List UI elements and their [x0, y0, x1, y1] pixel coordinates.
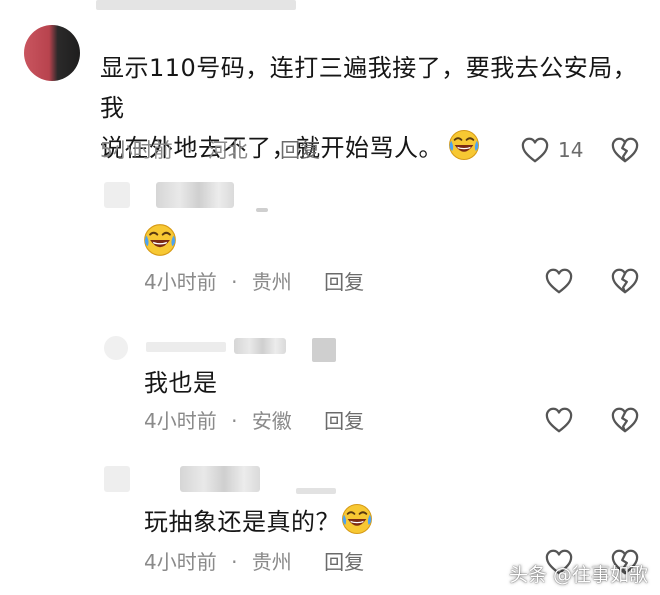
blurred-username: [234, 338, 286, 354]
timestamp: 4小时前: [144, 270, 217, 294]
reply-button[interactable]: 回复: [324, 548, 364, 576]
like-count: 14: [558, 138, 584, 162]
heart-icon[interactable]: [544, 267, 574, 295]
location: 贵州: [251, 550, 292, 574]
location: 安徽: [251, 409, 292, 433]
location: 贵州: [251, 270, 292, 294]
blurred-username: [156, 182, 234, 208]
reply-item: 我也是 4小时前 · 安徽 回复: [0, 330, 660, 455]
heart-icon[interactable]: [544, 406, 574, 434]
blurred-username: [180, 466, 260, 492]
location: 河北: [207, 138, 248, 162]
avatar[interactable]: [104, 466, 130, 492]
comment-item: 显示110号码，连打三遍我接了，要我去公安局，我 说在外地去不了，就开始骂人。 …: [0, 0, 660, 180]
broken-heart-icon[interactable]: [610, 136, 640, 164]
laughing-tears-icon: [142, 222, 178, 258]
comment-text-line: 显示110号码，连打三遍我接了，要我去公安局，我: [100, 54, 638, 122]
reply-button[interactable]: 回复: [324, 268, 364, 296]
reply-text: 玩抽象还是真的？: [144, 502, 374, 542]
reply-text: 我也是: [144, 369, 218, 397]
avatar[interactable]: [104, 182, 130, 208]
reply-button[interactable]: 回复: [280, 136, 320, 164]
heart-icon: [520, 136, 550, 164]
blurred-username: [256, 208, 268, 212]
meta-separator: ·: [231, 270, 238, 294]
like-button[interactable]: 14: [520, 135, 583, 165]
blurred-username: [296, 488, 336, 494]
reply-text: [142, 222, 178, 264]
meta-separator: ·: [231, 409, 238, 433]
timestamp: 5小时前: [100, 138, 173, 162]
watermark: 头条 @往事如歌: [508, 564, 648, 586]
reply-meta: 4小时前 · 贵州 回复: [144, 268, 364, 296]
timestamp: 4小时前: [144, 409, 217, 433]
broken-heart-icon[interactable]: [610, 406, 640, 434]
avatar[interactable]: [24, 25, 80, 81]
blurred-username: [96, 0, 296, 10]
blurred-username: [146, 342, 226, 352]
broken-heart-icon[interactable]: [610, 267, 640, 295]
laughing-tears-icon: [447, 128, 481, 162]
meta-separator: ·: [187, 138, 194, 162]
blurred-username: [312, 338, 336, 362]
timestamp: 4小时前: [144, 550, 217, 574]
laughing-tears-icon: [340, 502, 374, 536]
avatar[interactable]: [104, 336, 128, 360]
reply-meta: 4小时前 · 安徽 回复: [144, 407, 364, 435]
comment-meta: 5小时前 · 河北 回复: [100, 136, 320, 164]
reply-button[interactable]: 回复: [324, 407, 364, 435]
meta-separator: ·: [231, 550, 238, 574]
reply-meta: 4小时前 · 贵州 回复: [144, 548, 364, 576]
reply-item: 4小时前 · 贵州 回复: [0, 180, 660, 305]
